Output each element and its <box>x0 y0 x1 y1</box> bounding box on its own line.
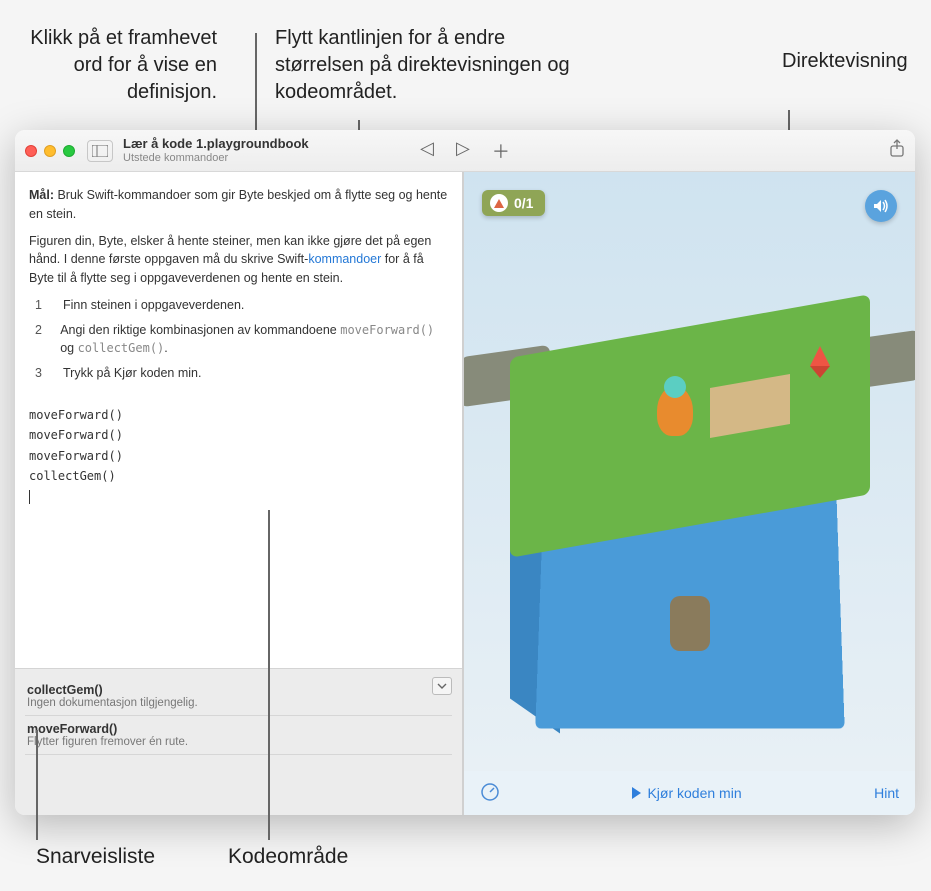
run-button-label: Kjør koden min <box>647 785 741 801</box>
navigation-controls: ◁ ▷ ＋ <box>420 138 510 164</box>
play-icon <box>632 787 641 799</box>
step-list: 1 Finn steinen i oppgaveverdenen. 2 Angi… <box>29 296 448 383</box>
next-page-button[interactable]: ▷ <box>456 138 470 164</box>
code-line: moveForward() <box>29 425 448 445</box>
step-1: 1 Finn steinen i oppgaveverdenen. <box>35 296 448 315</box>
shortcut-name: moveForward() <box>27 722 450 736</box>
share-icon <box>889 139 905 157</box>
step-3: 3 Trykk på Kjør koden min. <box>35 364 448 383</box>
share-button[interactable] <box>889 139 905 162</box>
callout-line-codearea <box>268 510 270 840</box>
gem-object <box>810 346 830 366</box>
speaker-icon <box>873 199 889 213</box>
step2-mid: og <box>60 341 77 355</box>
window-title: Lær å kode 1.playgroundbook <box>123 137 309 151</box>
step-number: 3 <box>35 364 49 383</box>
window-body: Mål: Bruk Swift-kommandoer som gir Byte … <box>15 172 915 815</box>
sidebar-toggle-button[interactable] <box>87 140 113 162</box>
text-cursor <box>29 490 30 504</box>
window-controls <box>25 145 75 157</box>
live-view-bottom-bar: Kjør koden min Hint <box>464 771 915 815</box>
intro-paragraph: Figuren din, Byte, elsker å hente steine… <box>29 232 448 288</box>
minimize-button[interactable] <box>44 145 56 157</box>
shortcut-desc: Ingen dokumentasjon tilgjengelig. <box>27 697 450 709</box>
code-line: moveForward() <box>29 405 448 425</box>
callout-shortcuts: Snarveisliste <box>36 845 155 869</box>
code-token-collectgem: collectGem() <box>78 341 165 355</box>
step-number: 1 <box>35 296 49 315</box>
glossary-link-kommandoer[interactable]: kommandoer <box>308 252 381 266</box>
shortcut-item-collectgem[interactable]: collectGem() Ingen dokumentasjon tilgjen… <box>25 677 452 716</box>
callout-line-shortcuts <box>36 730 38 840</box>
code-cursor-line <box>29 486 448 506</box>
zoom-button[interactable] <box>63 145 75 157</box>
goal-paragraph: Mål: Bruk Swift-kommandoer som gir Byte … <box>29 186 448 224</box>
shortcut-item-moveforward[interactable]: moveForward() Flytter figuren fremover é… <box>25 716 452 755</box>
goal-text: Bruk Swift-kommandoer som gir Byte beskj… <box>29 188 447 221</box>
shortcut-desc: Flytter figuren fremover én rute. <box>27 736 450 748</box>
step-2: 2 Angi den riktige kombinasjonen av komm… <box>35 321 448 359</box>
add-page-button[interactable]: ＋ <box>492 138 510 164</box>
run-code-button[interactable]: Kjør koden min <box>632 785 741 801</box>
callout-codearea: Kodeområde <box>228 845 348 869</box>
live-view-pane: 0/1 <box>464 172 915 815</box>
instructions-area: Mål: Bruk Swift-kommandoer som gir Byte … <box>15 172 462 397</box>
title-stack: Lær å kode 1.playgroundbook Utstede komm… <box>123 137 309 163</box>
code-line: collectGem() <box>29 466 448 486</box>
code-editor[interactable]: moveForward() moveForward() moveForward(… <box>15 397 462 668</box>
window-subtitle: Utstede kommandoer <box>123 152 309 164</box>
gem-counter-value: 0/1 <box>514 195 533 211</box>
byte-character <box>650 376 700 446</box>
prev-page-button[interactable]: ◁ <box>420 138 434 164</box>
sound-toggle-button[interactable] <box>865 190 897 222</box>
speed-control-button[interactable] <box>480 782 500 805</box>
callout-liveview: Direktevisning <box>782 48 902 75</box>
close-button[interactable] <box>25 145 37 157</box>
left-pane: Mål: Bruk Swift-kommandoer som gir Byte … <box>15 172 464 815</box>
callout-definition: Klikk på et framhevet ord for å vise en … <box>17 25 217 106</box>
step-number: 2 <box>35 321 46 359</box>
goal-label: Mål: <box>29 188 54 202</box>
sidebar-icon <box>92 145 108 157</box>
game-world <box>510 286 870 716</box>
chevron-down-icon <box>437 682 447 690</box>
step2-text-a: Angi den riktige kombinasjonen av komman… <box>60 323 340 337</box>
hint-button[interactable]: Hint <box>874 785 899 801</box>
callout-resize: Flytt kantlinjen for å endre størrelsen … <box>275 25 595 106</box>
gem-icon <box>490 194 508 212</box>
step-text: Finn steinen i oppgaveverdenen. <box>63 296 244 315</box>
code-token-moveforward: moveForward() <box>340 323 434 337</box>
shortcuts-bar: collectGem() Ingen dokumentasjon tilgjen… <box>15 668 462 815</box>
shortcuts-toggle-button[interactable] <box>432 677 452 695</box>
app-window: Lær å kode 1.playgroundbook Utstede komm… <box>15 130 915 815</box>
character-head <box>664 376 686 398</box>
gauge-icon <box>480 782 500 802</box>
shortcut-name: collectGem() <box>27 683 450 697</box>
step-text: Angi den riktige kombinasjonen av komman… <box>60 321 448 359</box>
waterfall-rock <box>670 596 710 651</box>
titlebar: Lær å kode 1.playgroundbook Utstede komm… <box>15 130 915 172</box>
step2-end: . <box>164 341 167 355</box>
live-view-scene[interactable]: 0/1 <box>464 172 915 771</box>
gem-counter: 0/1 <box>482 190 545 216</box>
step-text: Trykk på Kjør koden min. <box>63 364 201 383</box>
code-line: moveForward() <box>29 446 448 466</box>
